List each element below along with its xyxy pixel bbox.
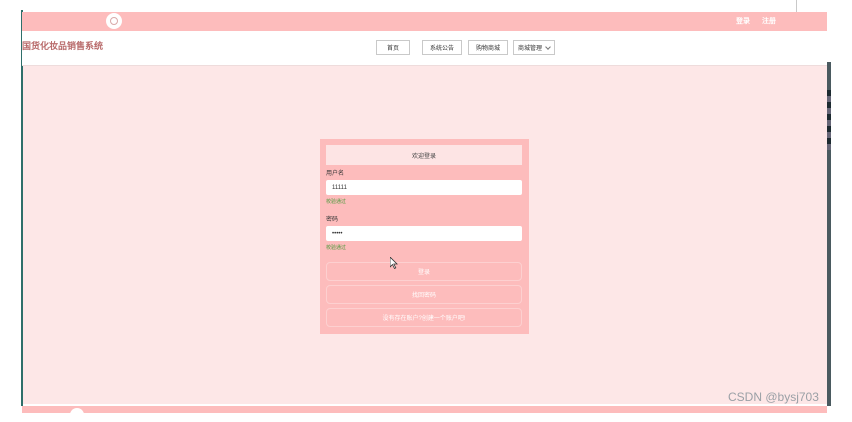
watermark: CSDN @bysj703 — [728, 390, 819, 404]
left-margin — [0, 0, 22, 413]
login-form: 欢迎登录 用户名 11111 校验通过 密码 ••••• 校验通过 登录 找回密… — [320, 139, 529, 334]
username-input[interactable]: 11111 — [326, 180, 522, 195]
nav-announcement[interactable]: 系统公告 — [422, 40, 462, 55]
login-link[interactable]: 登录 — [736, 16, 750, 26]
username-hint: 校验通过 — [326, 199, 347, 205]
password-hint: 校验通过 — [326, 245, 347, 251]
forgot-password-button[interactable]: 找回密码 — [326, 285, 522, 304]
password-label: 密码 — [326, 217, 339, 223]
bottom-bar — [22, 406, 827, 422]
login-title: 欢迎登录 — [326, 145, 522, 165]
register-account-link[interactable]: 没有存在账户?创建一个账户吧! — [326, 308, 522, 327]
nav-mall[interactable]: 购物商城 — [468, 40, 508, 55]
avatar-icon[interactable] — [106, 13, 122, 29]
register-link[interactable]: 注册 — [762, 16, 776, 26]
window-divider — [796, 0, 797, 12]
avatar-icon — [70, 408, 84, 422]
window-right-scroll — [827, 90, 831, 150]
password-input[interactable]: ••••• — [326, 226, 522, 241]
chevron-down-icon — [545, 43, 551, 50]
site-title: 国货化妆品销售系统 — [22, 41, 104, 51]
login-button[interactable]: 登录 — [326, 262, 522, 281]
nav-mall-manage[interactable]: 商城管理 — [513, 40, 555, 55]
nav-mall-manage-label: 商城管理 — [517, 46, 542, 52]
nav-home[interactable]: 首页 — [376, 40, 410, 55]
top-bar: 登录 注册 — [22, 12, 827, 31]
header: 国货化妆品销售系统 首页 系统公告 购物商城 商城管理 — [22, 31, 827, 66]
username-label: 用户名 — [326, 171, 345, 177]
